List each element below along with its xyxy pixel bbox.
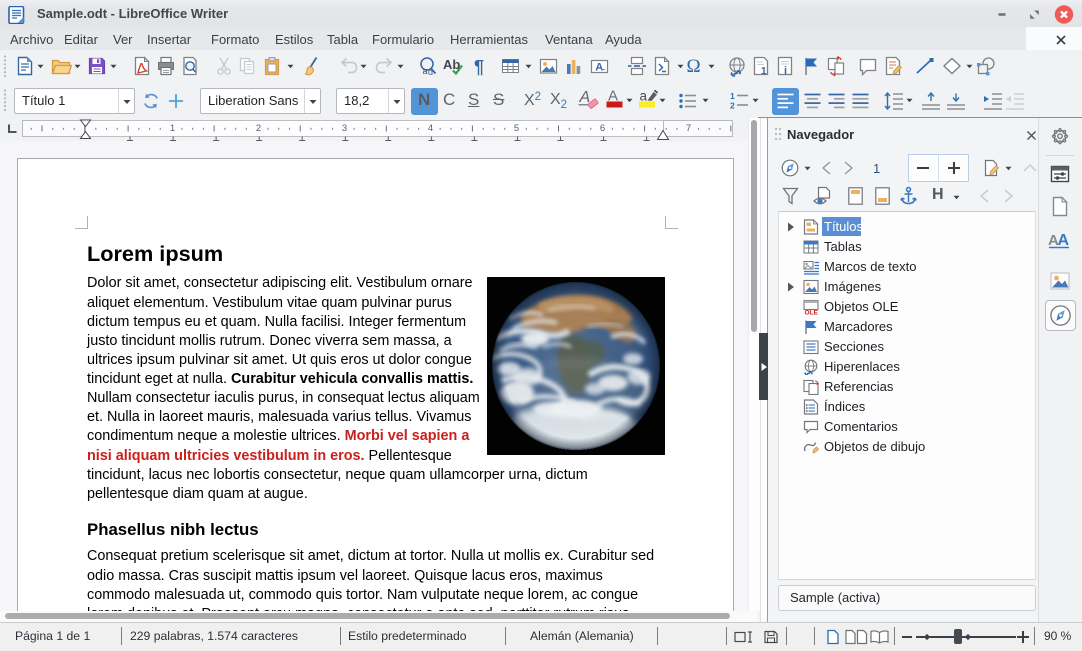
svg-text:Ω: Ω [687,56,701,77]
svg-text:¶: ¶ [474,57,484,77]
svg-text:1: 1 [730,91,735,101]
svg-text:A: A [595,62,603,74]
svg-text:2: 2 [730,101,735,111]
svg-text:a: a [423,66,428,76]
svg-text:a: a [640,89,648,104]
svg-text:A: A [1058,232,1070,249]
svg-text:d: d [428,67,433,77]
svg-text:i: i [784,65,787,77]
svg-text:OLE: OLE [805,309,819,315]
svg-text:1: 1 [761,66,767,77]
